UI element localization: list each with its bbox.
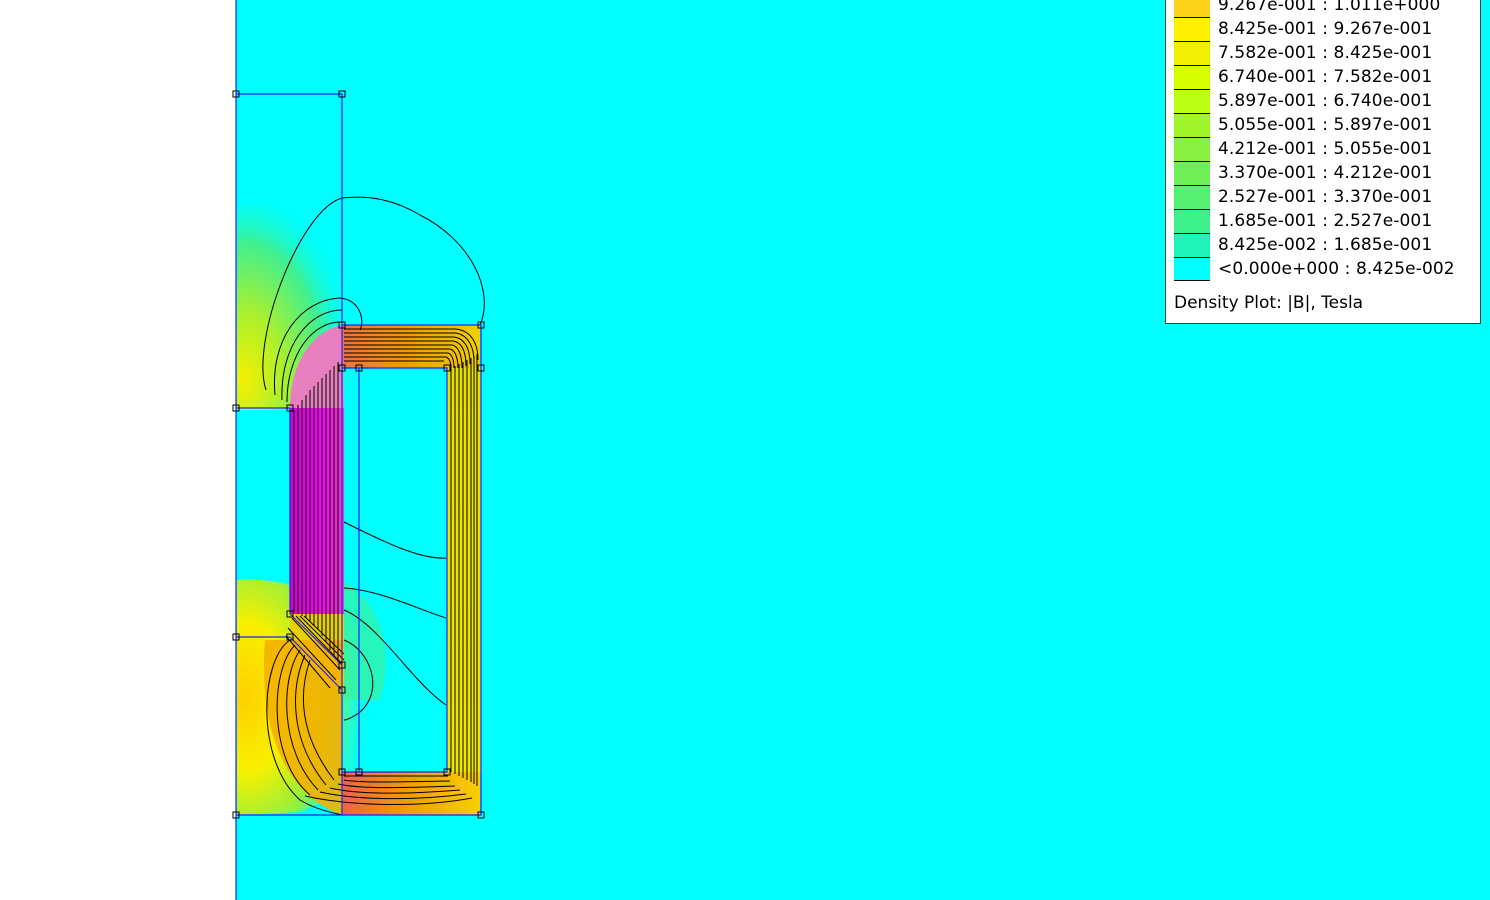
legend-swatch — [1174, 185, 1210, 209]
legend-range-label: <0.000e+000 : 8.425e-002 — [1218, 259, 1455, 279]
legend-row: <0.000e+000 : 8.425e-002 — [1174, 257, 1474, 281]
legend-range-label: 6.740e-001 : 7.582e-001 — [1218, 67, 1433, 87]
legend-title: Density Plot: |B|, Tesla — [1174, 293, 1364, 313]
legend-range-label: 3.370e-001 : 4.212e-001 — [1218, 163, 1433, 183]
density-legend: 9.267e-001 : 1.011e+000 8.425e-001 : 9.2… — [1165, 0, 1481, 324]
legend-row: 1.685e-001 : 2.527e-001 — [1174, 209, 1474, 233]
legend-range-label: 5.897e-001 : 6.740e-001 — [1218, 91, 1433, 111]
right-leg — [447, 368, 481, 773]
legend-range-label: 1.685e-001 : 2.527e-001 — [1218, 211, 1433, 231]
legend-row: 4.212e-001 : 5.055e-001 — [1174, 137, 1474, 161]
legend-range-label: 8.425e-002 : 1.685e-001 — [1218, 235, 1433, 255]
legend-range-label: 2.527e-001 : 3.370e-001 — [1218, 187, 1433, 207]
legend-swatch — [1174, 17, 1210, 41]
legend-row: 8.425e-001 : 9.267e-001 — [1174, 17, 1474, 41]
legend-swatch — [1174, 209, 1210, 233]
legend-swatch — [1174, 0, 1210, 17]
legend-row: 6.740e-001 : 7.582e-001 — [1174, 65, 1474, 89]
legend-row: 5.055e-001 : 5.897e-001 — [1174, 113, 1474, 137]
legend-row: 2.527e-001 : 3.370e-001 — [1174, 185, 1474, 209]
legend-row: 7.582e-001 : 8.425e-001 — [1174, 41, 1474, 65]
legend-swatch — [1174, 233, 1210, 257]
legend-swatch — [1174, 89, 1210, 113]
legend-range-label: 8.425e-001 : 9.267e-001 — [1218, 19, 1433, 39]
legend-swatch — [1174, 65, 1210, 89]
bottom-yoke — [342, 772, 480, 815]
legend-row: 8.425e-002 : 1.685e-001 — [1174, 233, 1474, 257]
legend-swatch — [1174, 257, 1210, 281]
legend-row: 3.370e-001 : 4.212e-001 — [1174, 161, 1474, 185]
legend-row: 9.267e-001 : 1.011e+000 — [1174, 0, 1474, 17]
legend-range-label: 4.212e-001 : 5.055e-001 — [1218, 139, 1433, 159]
legend-swatch — [1174, 137, 1210, 161]
legend-swatch — [1174, 41, 1210, 65]
legend-range-label: 7.582e-001 : 8.425e-001 — [1218, 43, 1433, 63]
legend-range-label: 5.055e-001 : 5.897e-001 — [1218, 115, 1433, 135]
legend-row: 5.897e-001 : 6.740e-001 — [1174, 89, 1474, 113]
legend-swatch — [1174, 113, 1210, 137]
legend-range-label: 9.267e-001 : 1.011e+000 — [1218, 0, 1441, 15]
legend-swatch — [1174, 161, 1210, 185]
top-yoke — [342, 325, 480, 370]
